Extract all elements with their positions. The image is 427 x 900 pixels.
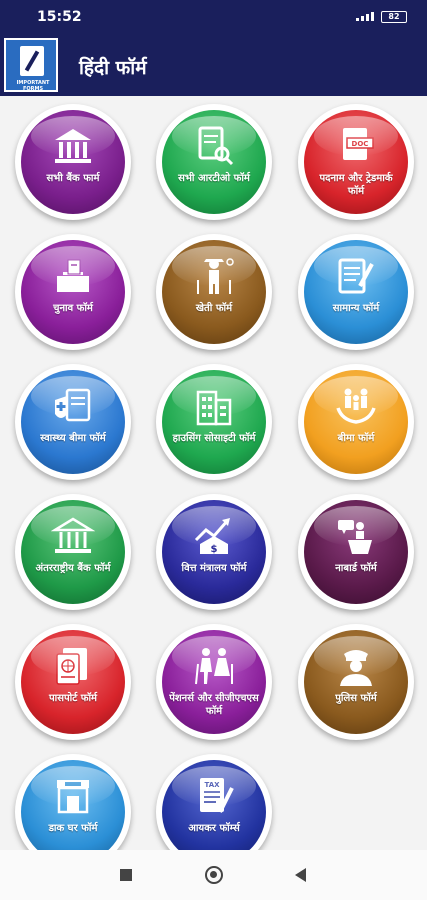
tile-label: अंतरराष्ट्रीय बैंक फॉर्म bbox=[35, 563, 111, 574]
tile-label: खेती फॉर्म bbox=[195, 303, 233, 314]
battery-level: 82 bbox=[388, 12, 400, 21]
logo-caption: IMPORTANT FORMS bbox=[16, 80, 50, 92]
tile-insurance-forms[interactable]: बीमा फॉर्म bbox=[298, 364, 414, 480]
svg-text:TAX: TAX bbox=[204, 781, 220, 789]
health-insurance-icon bbox=[55, 388, 91, 422]
passport-icon bbox=[56, 648, 87, 685]
tile-finance-ministry-forms[interactable]: $ वित्त मंत्रालय फॉर्म bbox=[156, 494, 272, 610]
svg-text:$: $ bbox=[211, 544, 218, 555]
app-logo: IMPORTANT FORMS bbox=[4, 38, 58, 92]
tile-label: वित्त मंत्रालय फॉर्म bbox=[181, 563, 247, 574]
tile-label: आयकर फॉर्म्स bbox=[188, 823, 240, 834]
tile-label: नाबार्ड फॉर्म bbox=[335, 563, 377, 574]
speaker-podium-icon bbox=[338, 520, 372, 554]
tile-label: डाक घर फॉर्म bbox=[48, 823, 98, 834]
tile-label: सभी आरटीओ फॉर्म bbox=[178, 173, 250, 184]
tile-health-insurance-forms[interactable]: स्वास्थ्य बीमा फॉर्म bbox=[15, 364, 131, 480]
tile-label: पेंशनर्स और सीजीएचएस फॉर्म bbox=[169, 693, 259, 717]
tile-label: हाउसिंग सोसाइटी फॉर्म bbox=[172, 433, 256, 444]
tile-bank-forms[interactable]: सभी बैंक फार्म bbox=[15, 104, 131, 220]
tile-label: सामान्य फॉर्म bbox=[332, 303, 380, 314]
tile-label: पुलिस फॉर्म bbox=[335, 693, 377, 704]
tile-trademark-forms[interactable]: DOC पदनाम और ट्रेडमार्क फॉर्म bbox=[298, 104, 414, 220]
home-button[interactable] bbox=[205, 866, 223, 884]
document-search-icon bbox=[198, 126, 234, 166]
tile-rto-forms[interactable]: सभी आरटीओ फॉर्म bbox=[156, 104, 272, 220]
finance-growth-icon: $ bbox=[194, 518, 230, 555]
tile-label: पासपोर्ट फॉर्म bbox=[48, 693, 98, 704]
recent-apps-button[interactable] bbox=[120, 869, 132, 881]
family-hands-icon bbox=[336, 388, 376, 424]
tile-general-forms[interactable]: सामान्य फॉर्म bbox=[298, 234, 414, 350]
tile-pensioners-cghs-forms[interactable]: पेंशनर्स और सीजीएचएस फॉर्म bbox=[156, 624, 272, 740]
tile-nabard-forms[interactable]: नाबार्ड फॉर्म bbox=[298, 494, 414, 610]
tile-housing-society-forms[interactable]: हाउसिंग सोसाइटी फॉर्म bbox=[156, 364, 272, 480]
bank-icon bbox=[55, 129, 91, 163]
back-button[interactable] bbox=[295, 868, 306, 882]
tax-form-icon: TAX bbox=[200, 778, 234, 813]
ballot-box-icon bbox=[57, 259, 89, 292]
battery-icon: 82 bbox=[381, 11, 407, 23]
tile-election-forms[interactable]: चुनाव फॉर्म bbox=[15, 234, 131, 350]
signal-icon bbox=[356, 12, 374, 21]
tile-label: स्वास्थ्य बीमा फॉर्म bbox=[40, 433, 106, 444]
status-time: 15:52 bbox=[37, 9, 82, 25]
post-office-icon bbox=[57, 780, 89, 814]
elderly-couple-icon bbox=[195, 648, 233, 685]
forms-grid: सभी बैंक फार्म सभी आरटीओ फॉर्म DOC पदनाम… bbox=[0, 96, 427, 870]
doc-file-icon: DOC bbox=[343, 128, 374, 160]
farmer-icon bbox=[197, 258, 234, 294]
system-nav-bar bbox=[0, 850, 427, 900]
tile-international-bank-forms[interactable]: अंतरराष्ट्रीय बैंक फॉर्म bbox=[15, 494, 131, 610]
form-pencil-icon bbox=[338, 258, 374, 294]
buildings-icon bbox=[196, 390, 232, 426]
tile-label: बीमा फॉर्म bbox=[337, 433, 375, 444]
tile-police-forms[interactable]: पुलिस फॉर्म bbox=[298, 624, 414, 740]
tile-farming-forms[interactable]: खेती फॉर्म bbox=[156, 234, 272, 350]
page-title: हिंदी फॉर्म bbox=[79, 57, 147, 79]
tile-label: सभी बैंक फार्म bbox=[46, 173, 100, 184]
svg-text:DOC: DOC bbox=[352, 140, 369, 148]
tile-passport-forms[interactable]: पासपोर्ट फॉर्म bbox=[15, 624, 131, 740]
institution-icon bbox=[51, 517, 95, 553]
tile-label: चुनाव फॉर्म bbox=[53, 303, 93, 314]
tile-label: पदनाम और ट्रेडमार्क फॉर्म bbox=[319, 173, 393, 197]
app-bar: IMPORTANT FORMS हिंदी फॉर्म bbox=[0, 34, 427, 96]
police-icon bbox=[340, 650, 372, 686]
status-bar: 15:52 82 bbox=[0, 0, 427, 34]
